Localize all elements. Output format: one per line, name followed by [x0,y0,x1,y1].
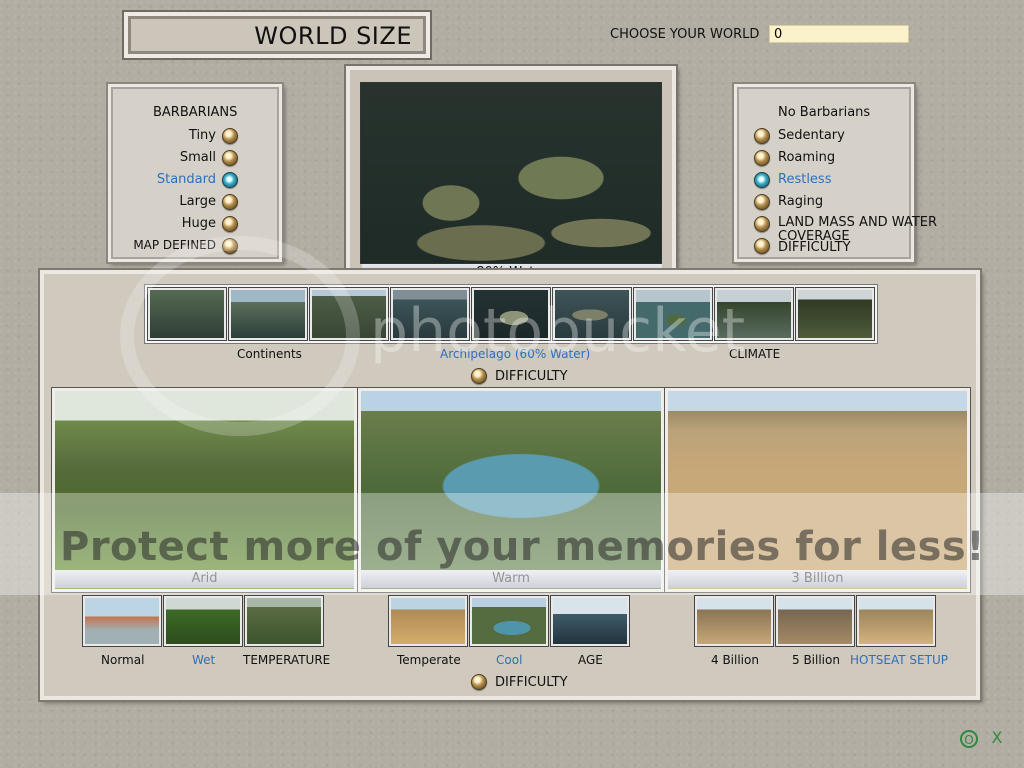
choose-world-label: CHOOSE YOUR WORLD [610,27,760,42]
radio-sedentary[interactable] [754,128,770,144]
radio-tiny[interactable] [222,128,238,144]
world-map-preview-image [360,82,662,264]
radio-restless[interactable] [754,172,770,188]
option-roaming[interactable]: Roaming [778,150,835,165]
option-difficulty-top[interactable]: DIFFICULTY [778,240,851,255]
radio-huge[interactable] [222,216,238,232]
radio-land-mass[interactable] [754,216,770,232]
radio-difficulty-top[interactable] [754,238,770,254]
option-restless[interactable]: Restless [778,172,831,187]
radio-roaming[interactable] [754,150,770,166]
caption-normal: Normal [101,653,145,667]
caption-temperate: Temperate [397,653,461,667]
age-thumb-4-billion[interactable] [695,596,773,646]
ok-button[interactable]: O [960,730,978,748]
landmass-thumb-9[interactable] [796,288,874,340]
watermark-logo-text: photobucket [370,296,746,366]
climate-thumb-temperature[interactable] [245,596,323,646]
caption-age: AGE [578,653,603,667]
temperature-thumb-age[interactable] [551,596,629,646]
temperature-thumb-temperate[interactable] [389,596,467,646]
caption-5-billion: 5 Billion [792,653,840,667]
option-standard[interactable]: Standard [157,172,216,187]
age-thumb-hotseat[interactable] [857,596,935,646]
page-title: WORLD SIZE [254,22,412,50]
radio-small[interactable] [222,150,238,166]
option-huge[interactable]: Huge [182,216,216,231]
label-difficulty-bottom[interactable]: DIFFICULTY [495,675,568,690]
temperature-thumb-cool[interactable] [470,596,548,646]
caption-4-billion: 4 Billion [711,653,759,667]
watermark-logo-circle [120,236,360,436]
world-seed-input[interactable] [769,25,909,43]
option-raging[interactable]: Raging [778,194,823,209]
radio-large[interactable] [222,194,238,210]
climate-thumb-normal[interactable] [83,596,161,646]
option-tiny[interactable]: Tiny [189,128,216,143]
close-button[interactable]: X [988,730,1006,748]
radio-standard[interactable] [222,172,238,188]
climate-thumb-wet[interactable] [164,596,242,646]
radio-difficulty-bottom[interactable] [471,674,487,690]
radio-difficulty-mid[interactable] [471,368,487,384]
caption-hotseat-setup[interactable]: HOTSEAT SETUP [850,653,948,667]
caption-wet: Wet [192,653,216,667]
option-large[interactable]: Large [179,194,216,209]
age-thumb-5-billion[interactable] [776,596,854,646]
caption-temperature: TEMPERATURE [243,653,331,667]
right-panel-title: No Barbarians [778,105,871,120]
option-small[interactable]: Small [180,150,216,165]
option-sedentary[interactable]: Sedentary [778,128,845,143]
left-panel-title: BARBARIANS [153,105,238,120]
radio-raging[interactable] [754,194,770,210]
label-difficulty-mid[interactable]: DIFFICULTY [495,369,568,384]
caption-cool: Cool [496,653,523,667]
watermark-banner-text: Protect more of your memories for less! [60,524,985,570]
world-size-title-box: WORLD SIZE [124,12,430,58]
